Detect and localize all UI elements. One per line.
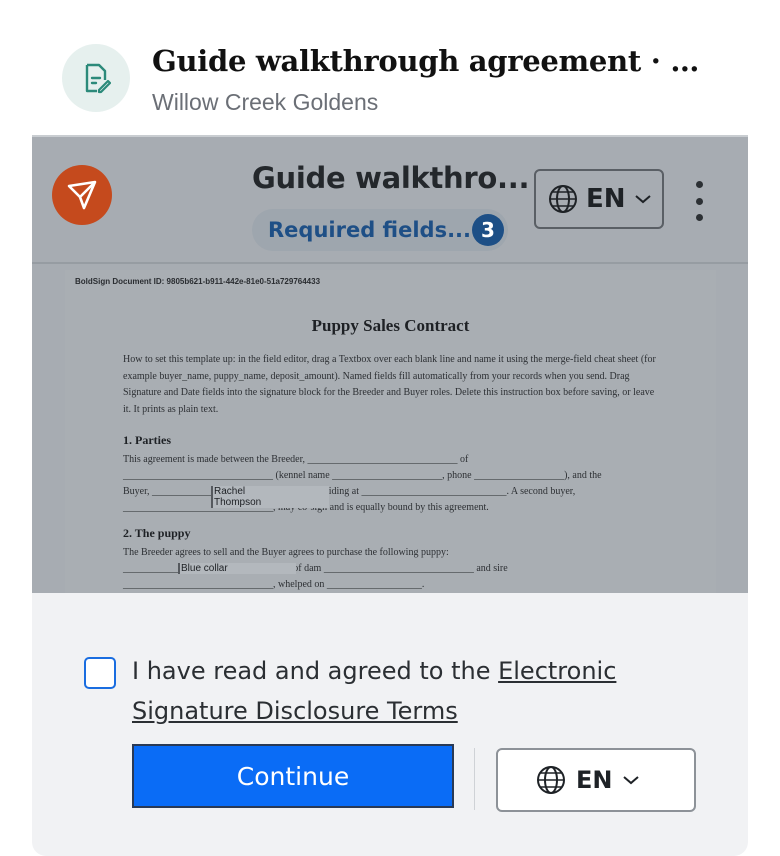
document-page: BoldSign Document ID: 9805b621-b911-442e… <box>65 270 716 593</box>
globe-icon <box>549 185 577 213</box>
more-vertical-icon[interactable] <box>692 181 706 221</box>
document-id: BoldSign Document ID: 9805b621-b911-442e… <box>75 277 321 286</box>
puppy-line-3: ______________________________, whelped … <box>123 579 425 590</box>
parties-line-1: This agreement is made between the Breed… <box>123 454 469 465</box>
consent-checkbox[interactable] <box>84 657 116 689</box>
consent-text: I have read and agreed to the Electronic… <box>132 651 672 731</box>
document-viewer: Guide walkthro... Required fields... 3 E… <box>32 135 748 593</box>
page-header: Guide walkthrough agreement · Review and… <box>0 0 780 135</box>
required-fields-label: Required fields... <box>268 218 472 242</box>
viewer-toolbar: Guide walkthro... Required fields... 3 E… <box>32 137 748 264</box>
consent-panel: I have read and agreed to the Electronic… <box>32 593 748 856</box>
language-label: EN <box>586 184 626 214</box>
section-parties: 1. Parties <box>123 433 171 447</box>
chevron-down-icon <box>623 776 640 785</box>
language-select-bottom[interactable]: EN <box>496 748 696 812</box>
puppy-line-1: The Breeder agrees to sell and the Buyer… <box>123 547 449 558</box>
document-title: Guide walkthro... <box>252 161 530 195</box>
contract-title: Puppy Sales Contract <box>311 316 470 335</box>
page-title: Guide walkthrough agreement · Review and… <box>152 44 722 78</box>
language-label: EN <box>576 766 613 794</box>
section-puppy: 2. The puppy <box>123 526 191 540</box>
buyer-name-field[interactable]: Rachel Thompson <box>211 486 329 508</box>
parties-line-3: Buyer, ________________________________,… <box>123 486 576 497</box>
consent-prefix: I have read and agreed to the <box>132 657 499 685</box>
continue-button[interactable]: Continue <box>132 744 454 808</box>
parties-line-2: ______________________________ (kennel n… <box>123 470 602 481</box>
instructions-text: How to set this template up: in the fiel… <box>123 354 656 415</box>
globe-icon <box>537 766 565 794</box>
sender-name: Willow Creek Goldens <box>152 89 379 115</box>
boldsign-logo-icon <box>52 165 112 225</box>
language-select-top[interactable]: EN <box>534 169 664 229</box>
signing-page: Guide walkthrough agreement · Review and… <box>0 0 780 856</box>
document-signature-icon <box>62 44 130 112</box>
buyer-last-name: Thompson <box>214 497 262 508</box>
required-count-badge: 3 <box>472 214 504 246</box>
puppy-name-field[interactable]: Blue collar <box>178 563 296 574</box>
chevron-down-icon <box>634 195 651 204</box>
required-fields-button[interactable]: Required fields... 3 <box>252 209 508 251</box>
divider <box>474 748 475 810</box>
parties-line-4: ______________________________, may co-s… <box>123 502 489 513</box>
buyer-first-name: Rachel <box>214 486 246 497</box>
